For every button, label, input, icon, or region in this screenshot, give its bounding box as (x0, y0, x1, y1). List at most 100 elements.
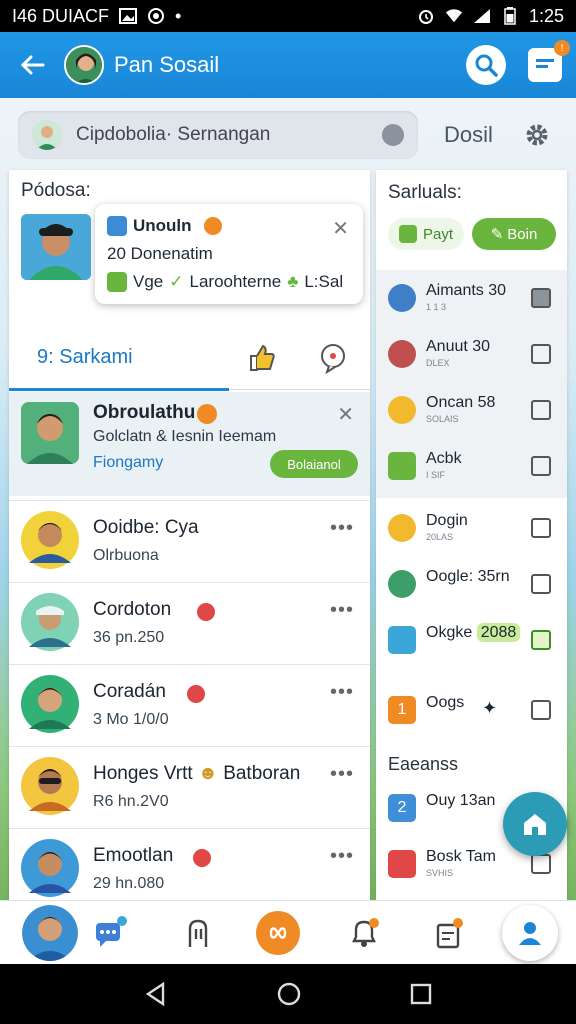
item-meta: DLEX (426, 358, 450, 368)
chat-icon (96, 916, 127, 947)
item-title: Oogle: 35rn (426, 568, 510, 585)
signal-icon (473, 7, 491, 25)
item-title: Dogin (426, 512, 468, 529)
comment-icon[interactable] (317, 342, 349, 374)
item-title: Bosk Tam (426, 848, 496, 865)
list-item[interactable]: Ooidbe: Cya Olrbuona ••• (9, 500, 370, 582)
list-item[interactable]: Emootlan 29 hn.080 ••• (9, 828, 370, 910)
home-icon (524, 814, 546, 835)
avatar (388, 284, 416, 312)
item-title: Ooidbe: Cya (93, 517, 199, 538)
record-icon (147, 7, 165, 25)
search-button[interactable] (466, 45, 506, 85)
more-icon[interactable]: ••• (330, 845, 354, 868)
bell-icon (352, 918, 379, 947)
more-icon[interactable]: ••• (330, 517, 354, 540)
avatar (388, 340, 416, 368)
page-title: Pan Sosail (114, 52, 220, 77)
right-panel: Sarluals: Payt ✎ Boin Aimants 30 1 1 3 An… (376, 170, 567, 900)
list-item[interactable]: Oncan 58 SOLAIS (376, 382, 567, 438)
list-item[interactable]: Anuut 30 DLEX (376, 326, 567, 382)
notification-dot-icon: • (175, 5, 182, 26)
tasks-tab[interactable] (424, 909, 472, 957)
check-icon (398, 225, 417, 243)
alarm-icon (417, 7, 435, 25)
item-meta: SVHIS (426, 868, 454, 878)
popup-tag-b: Laroohterne (189, 272, 282, 291)
item-meta: 1 1 3 (426, 302, 447, 312)
app-bar: Pan Sosail ! (0, 32, 576, 98)
checkbox-icon[interactable] (531, 854, 551, 874)
search-input[interactable]: Cipdobolia· Sernangan (18, 111, 418, 159)
item-footer[interactable]: Fiongamy (93, 454, 163, 472)
messages-button[interactable]: ! (528, 40, 570, 82)
item-meta: I SIF (426, 470, 446, 480)
profile-popup: Unouln 20 Donenatim Vge ✓ Laroohterne ♣ … (95, 204, 363, 304)
checkbox-icon[interactable] (531, 574, 551, 594)
list-item[interactable]: Aimants 30 1 1 3 (376, 270, 567, 326)
checkbox-icon[interactable] (531, 630, 551, 650)
list-item[interactable]: 1 Oogs ✦ (376, 682, 567, 738)
search-avatar (32, 120, 62, 150)
clear-search-icon[interactable] (382, 124, 404, 146)
battery-icon (501, 7, 519, 25)
clipboard-icon (436, 918, 463, 949)
notifications-tab[interactable] (340, 909, 388, 957)
account-tab[interactable] (502, 905, 558, 961)
profile-avatar[interactable] (64, 45, 104, 85)
carrier-text: I46 DUIACF (12, 5, 110, 26)
list-item[interactable]: Oogle: 35rn (376, 556, 567, 612)
home-nav-icon[interactable] (276, 981, 302, 1007)
number-icon: 2 (388, 794, 416, 822)
item-title: Ouy 13an (426, 792, 496, 809)
checkbox-icon[interactable] (531, 456, 551, 476)
clock-text: 1:25 (528, 5, 564, 26)
more-icon[interactable]: ••• (330, 599, 354, 622)
chat-tab[interactable] (86, 909, 134, 957)
list-item[interactable]: Dogin 20LAS (376, 500, 567, 556)
list-item[interactable]: Acbk I SIF (376, 438, 567, 494)
chip-button[interactable]: ✎ Boin (472, 218, 556, 250)
tab-row: 9: Sarkami (9, 326, 370, 391)
highlighted-item[interactable]: Obroulathu ✕ Golclatn & Iesnin Ieemam Fi… (9, 392, 370, 496)
profile-tab[interactable] (22, 905, 78, 961)
checkbox-icon[interactable] (531, 400, 551, 420)
square-icon[interactable] (531, 288, 551, 308)
center-action-button[interactable] (256, 911, 300, 955)
thumbs-up-icon[interactable] (245, 342, 277, 374)
tab-main[interactable]: 9: Sarkami (37, 346, 133, 369)
list-icon[interactable] (531, 518, 551, 538)
list-item[interactable]: Honges Vrtt ☻ Batboran R6 hn.2V0 ••• (9, 746, 370, 828)
back-nav-icon[interactable] (143, 981, 169, 1007)
item-title: Emootlan (93, 845, 174, 866)
more-icon[interactable]: ••• (330, 681, 354, 704)
item-subtitle: 3 Mo 1/0/0 (93, 711, 169, 728)
recents-nav-icon[interactable] (409, 982, 433, 1006)
close-icon[interactable]: ✕ (332, 216, 349, 241)
search-icon (475, 54, 498, 77)
filter-label[interactable]: Dosil (444, 122, 493, 148)
featured-avatar[interactable] (21, 214, 91, 280)
list-icon[interactable] (531, 344, 551, 364)
user-icon (107, 216, 127, 236)
checkbox-icon[interactable] (531, 700, 551, 720)
more-icon[interactable]: ••• (330, 763, 354, 786)
back-button[interactable] (14, 47, 50, 83)
list-item[interactable]: Okgke 2088 (376, 612, 567, 668)
home-fab-button[interactable] (503, 792, 567, 856)
item-meta: SOLAIS (426, 414, 459, 424)
avatar (388, 570, 416, 598)
avatar (21, 675, 79, 733)
hand-tab[interactable] (174, 909, 222, 957)
message-icon (536, 59, 554, 68)
list-item[interactable]: Coradán 3 Mo 1/0/0 ••• (9, 664, 370, 746)
item-title: Oogs (426, 694, 465, 711)
heart-icon (193, 849, 211, 867)
close-icon[interactable]: ✕ (337, 402, 354, 427)
avatar (21, 402, 79, 464)
item-title: Anuut 30 (426, 338, 491, 355)
chip-button[interactable]: Payt (388, 218, 464, 250)
gear-icon[interactable] (524, 122, 550, 148)
list-item[interactable]: Cordoton 36 pn.250 ••• (9, 582, 370, 664)
action-button[interactable]: Bolaianol (270, 450, 358, 478)
